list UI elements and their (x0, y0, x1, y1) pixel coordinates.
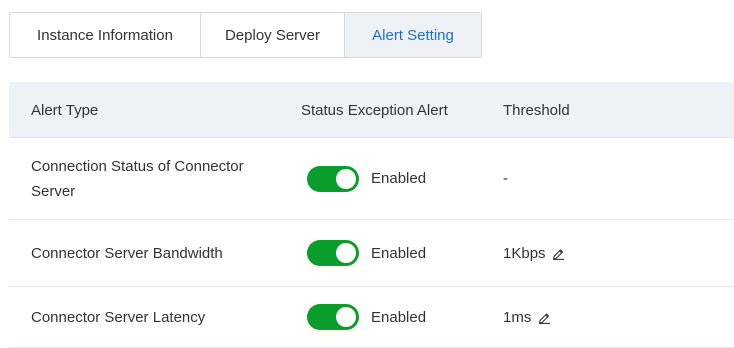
alert-type-cell: Connection Status of Connector Server (31, 157, 244, 200)
threshold-value: - (503, 170, 508, 187)
toggle-knob (336, 243, 356, 263)
status-label: Enabled (371, 244, 427, 262)
tab-alert-setting[interactable]: Alert Setting (345, 13, 481, 57)
toggle-knob (336, 168, 356, 189)
header-alert-type: Alert Type (31, 101, 99, 119)
threshold-value: 1Kbps (503, 244, 546, 262)
header-status-exception-alert: Status Exception Alert (301, 101, 448, 119)
status-alert-toggle[interactable] (307, 304, 359, 330)
status-label: Enabled (371, 170, 427, 187)
table-header: Alert Type Status Exception Alert Thresh… (9, 82, 734, 138)
table-row: Connector Server Latency Enabled 1ms (9, 287, 734, 348)
toggle-knob (336, 307, 356, 327)
tab-deploy-server[interactable]: Deploy Server (201, 13, 345, 57)
threshold-cell: 1Kbps (503, 220, 566, 286)
pencil-edit-icon[interactable] (537, 310, 551, 324)
threshold-value: 1ms (503, 308, 532, 326)
alert-type-cell: Connector Server Latency (31, 308, 206, 326)
table-row: Connector Server Bandwidth Enabled 1Kbps (9, 220, 734, 287)
tab-instance-information[interactable]: Instance Information (10, 13, 201, 57)
status-alert-toggle[interactable] (307, 165, 359, 192)
status-cell: Enabled (301, 287, 426, 347)
table-row: Connection Status of Connector Server En… (9, 138, 734, 220)
tab-bar: Instance Information Deploy Server Alert… (9, 12, 482, 58)
alert-settings-table: Alert Type Status Exception Alert Thresh… (9, 82, 734, 348)
threshold-cell: - (503, 138, 508, 219)
threshold-cell: 1ms (503, 287, 551, 347)
pencil-edit-icon[interactable] (552, 246, 566, 260)
status-cell: Enabled (301, 220, 426, 286)
status-label: Enabled (371, 308, 427, 326)
alert-type-cell: Connector Server Bandwidth (31, 244, 223, 262)
status-alert-toggle[interactable] (307, 240, 359, 266)
status-cell: Enabled (301, 138, 426, 219)
header-threshold: Threshold (503, 101, 570, 119)
